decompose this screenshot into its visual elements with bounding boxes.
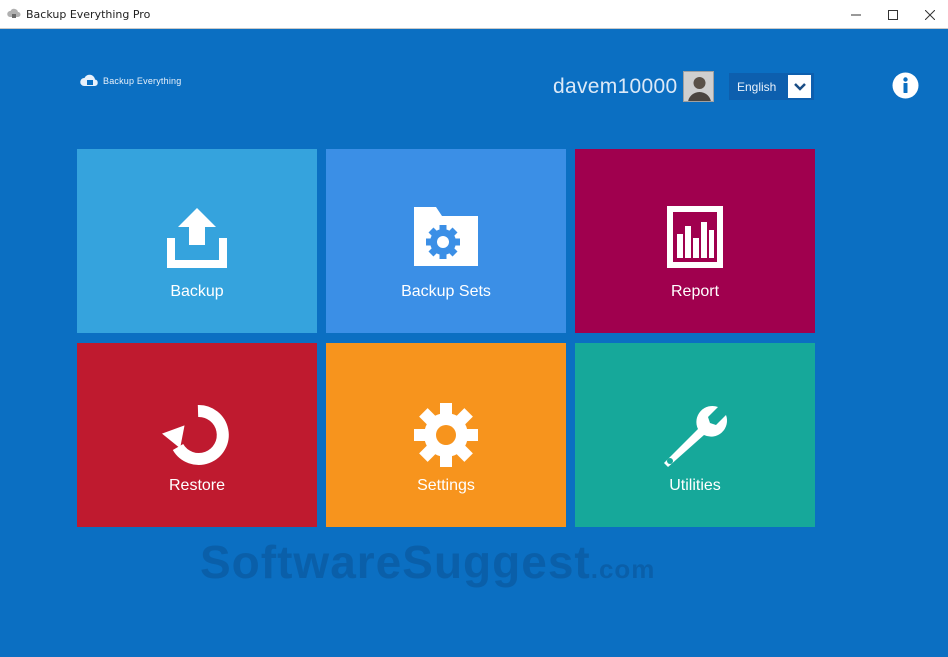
maximize-button[interactable]	[874, 0, 911, 29]
gear-icon	[326, 401, 566, 469]
chevron-down-icon	[793, 82, 806, 91]
info-icon[interactable]	[892, 72, 919, 99]
language-value: English	[737, 79, 777, 94]
tile-utilities[interactable]: Utilities	[575, 343, 815, 527]
watermark: SoftwareSuggest.com	[200, 535, 655, 589]
upload-icon	[77, 204, 317, 270]
window-controls	[837, 0, 948, 29]
restore-icon	[77, 403, 317, 467]
maximize-icon	[887, 9, 898, 20]
main-area: Backup Everything davem10000 English Bac…	[0, 30, 948, 657]
tile-backup[interactable]: Backup	[77, 149, 317, 333]
watermark-text: SoftwareSuggest	[200, 536, 591, 588]
user-profile[interactable]: davem10000	[553, 71, 715, 102]
app-icon	[7, 8, 21, 18]
minimize-button[interactable]	[837, 0, 874, 29]
close-icon	[924, 9, 935, 20]
close-button[interactable]	[911, 0, 948, 29]
app-logo: Backup Everything	[79, 73, 181, 89]
cloud-logo-icon	[80, 74, 98, 86]
tile-restore[interactable]: Restore	[77, 343, 317, 527]
user-avatar-icon	[684, 72, 714, 101]
tile-label: Settings	[417, 477, 475, 494]
language-select[interactable]: English	[729, 73, 814, 100]
language-dropdown-button[interactable]	[788, 75, 811, 98]
tile-label: Backup	[170, 283, 224, 300]
title-bar: Backup Everything Pro	[0, 0, 948, 29]
tile-label: Restore	[168, 477, 226, 494]
tile-label: Backup Sets	[401, 283, 491, 300]
window-title: Backup Everything Pro	[26, 7, 151, 21]
wrench-icon	[575, 401, 815, 471]
tile-label: Utilities	[669, 477, 721, 494]
tile-report[interactable]: Report	[575, 149, 815, 333]
minimize-icon	[850, 14, 861, 15]
tile-backup-sets[interactable]: Backup Sets	[326, 149, 566, 333]
report-chart-icon	[575, 204, 815, 270]
username: davem10000	[553, 74, 678, 98]
watermark-suffix: .com	[590, 554, 656, 584]
tile-label: Report	[670, 283, 720, 300]
avatar[interactable]	[683, 71, 715, 102]
tile-settings[interactable]: Settings	[326, 343, 566, 527]
logo-text: Backup Everything	[103, 76, 182, 86]
folder-gear-icon	[326, 204, 566, 268]
